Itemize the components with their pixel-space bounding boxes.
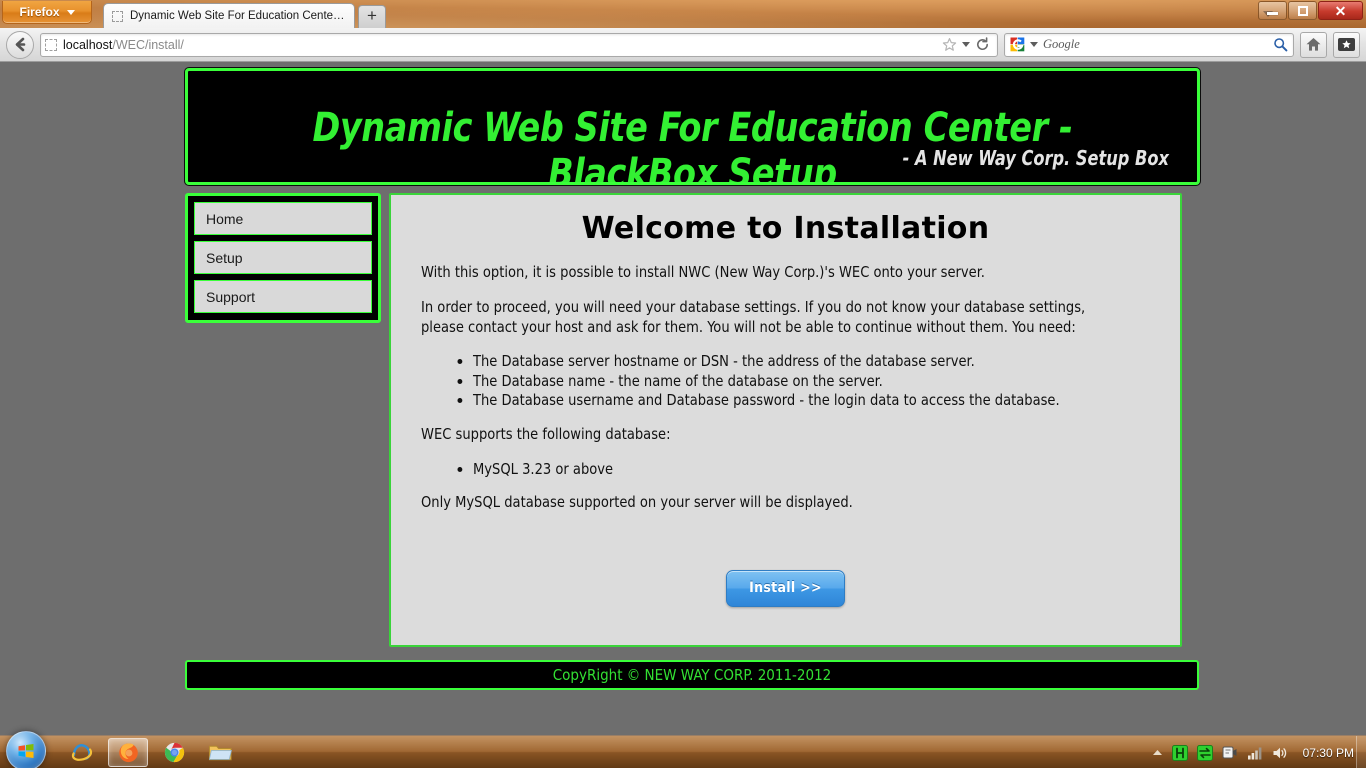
tray-icon-volume[interactable] xyxy=(1272,746,1288,760)
search-icon[interactable] xyxy=(1273,37,1288,52)
firefox-window: Firefox Dynamic Web Site For Education C… xyxy=(0,0,1366,735)
display-note-paragraph: Only MySQL database supported on your se… xyxy=(421,493,1128,513)
blank-favicon-icon xyxy=(112,11,123,22)
taskbar-item-internet-explorer[interactable] xyxy=(62,738,102,767)
back-arrow-icon xyxy=(12,36,29,53)
chrome-icon xyxy=(163,741,186,764)
url-path: /WEC/install/ xyxy=(112,38,184,52)
google-icon[interactable] xyxy=(1010,37,1025,52)
show-desktop-button[interactable] xyxy=(1356,736,1366,768)
search-input[interactable]: Google xyxy=(1043,37,1268,52)
home-button[interactable] xyxy=(1300,32,1327,58)
sidebar-item-home[interactable]: Home xyxy=(194,202,372,235)
sidebar-item-support[interactable]: Support xyxy=(194,280,372,313)
install-button-container: Install >> xyxy=(391,570,1180,607)
site-identity-icon xyxy=(45,39,57,51)
browser-tab[interactable]: Dynamic Web Site For Education Center ..… xyxy=(103,3,355,28)
tray-icon-power-plug[interactable] xyxy=(1222,745,1238,761)
bookmark-chevron-down-icon[interactable] xyxy=(962,42,970,47)
taskbar-apps xyxy=(62,737,240,767)
minimize-icon xyxy=(1267,12,1278,15)
requirements-paragraph: In order to proceed, you will need your … xyxy=(421,298,1128,338)
taskbar-item-google-chrome[interactable] xyxy=(154,738,194,767)
tab-title: Dynamic Web Site For Education Center ..… xyxy=(130,10,346,22)
address-bar-actions xyxy=(942,37,993,52)
tray-icon-heidisql[interactable] xyxy=(1172,745,1188,761)
close-icon: ✕ xyxy=(1335,4,1347,18)
bookmarks-toolbar-button[interactable] xyxy=(1333,32,1360,58)
show-hidden-icons-chevron-up-icon[interactable] xyxy=(1152,748,1163,757)
minimize-button[interactable] xyxy=(1258,1,1287,20)
sidebar-menu: Home Setup Support xyxy=(185,193,381,323)
restore-button[interactable] xyxy=(1288,1,1317,20)
reload-icon[interactable] xyxy=(975,37,990,52)
list-item: The Database server hostname or DSN - th… xyxy=(473,352,1130,372)
site-subtitle: - A New Way Corp. Setup Box xyxy=(903,146,1169,170)
close-button[interactable]: ✕ xyxy=(1318,1,1363,20)
intro-paragraph: With this option, it is possible to inst… xyxy=(421,263,1128,283)
main-content-panel: Welcome to Installation With this option… xyxy=(389,193,1182,647)
supported-db-paragraph: WEC supports the following database: xyxy=(421,425,1128,445)
firefox-menu-button[interactable]: Firefox xyxy=(2,1,92,24)
address-bar[interactable]: localhost/WEC/install/ xyxy=(40,33,998,57)
tray-icon-network-signal[interactable] xyxy=(1247,746,1263,760)
taskbar-item-firefox[interactable] xyxy=(108,738,148,767)
tab-strip: Firefox Dynamic Web Site For Education C… xyxy=(0,0,1366,28)
list-item: MySQL 3.23 or above xyxy=(473,460,1130,480)
system-tray: 07:30 PM xyxy=(1152,736,1366,768)
web-page: Dynamic Web Site For Education Center - … xyxy=(0,62,1366,735)
tray-icon-sync[interactable] xyxy=(1197,745,1213,761)
url-text: localhost/WEC/install/ xyxy=(63,38,936,52)
new-tab-button[interactable]: + xyxy=(358,5,386,28)
folder-icon xyxy=(208,742,233,763)
database-list: MySQL 3.23 or above xyxy=(473,460,1150,480)
window-controls: ✕ xyxy=(1258,1,1363,20)
bookmark-star-icon[interactable] xyxy=(942,37,957,52)
install-button[interactable]: Install >> xyxy=(726,570,845,607)
sidebar-item-setup[interactable]: Setup xyxy=(194,241,372,274)
site-title: Dynamic Web Site For Education Center - … xyxy=(223,105,1161,185)
list-item: The Database name - the name of the data… xyxy=(473,372,1130,392)
search-engine-chevron-down-icon[interactable] xyxy=(1030,42,1038,47)
copyright-text: CopyRight © NEW WAY CORP. 2011-2012 xyxy=(553,666,832,684)
internet-explorer-icon xyxy=(70,741,94,765)
home-icon xyxy=(1305,36,1322,53)
search-bar[interactable]: Google xyxy=(1004,33,1294,57)
chevron-down-icon xyxy=(67,10,75,15)
restore-icon xyxy=(1298,6,1308,16)
url-host: localhost xyxy=(63,38,112,52)
windows-logo-icon xyxy=(16,741,36,761)
site-header-banner: Dynamic Web Site For Education Center - … xyxy=(185,68,1200,185)
list-item: The Database username and Database passw… xyxy=(473,391,1130,411)
requirements-list: The Database server hostname or DSN - th… xyxy=(473,352,1150,411)
firefox-icon xyxy=(116,740,141,765)
taskbar-clock[interactable]: 07:30 PM xyxy=(1303,746,1354,760)
bookmark-folder-icon xyxy=(1337,37,1356,52)
page-title: Welcome to Installation xyxy=(421,211,1150,246)
site-footer: CopyRight © NEW WAY CORP. 2011-2012 xyxy=(185,660,1199,690)
start-button[interactable] xyxy=(6,731,46,768)
taskbar-item-windows-explorer[interactable] xyxy=(200,738,240,767)
firefox-menu-label: Firefox xyxy=(19,5,59,19)
back-button[interactable] xyxy=(6,31,34,59)
navigation-toolbar: localhost/WEC/install/ xyxy=(0,28,1366,62)
windows-taskbar: 07:30 PM xyxy=(0,735,1366,768)
